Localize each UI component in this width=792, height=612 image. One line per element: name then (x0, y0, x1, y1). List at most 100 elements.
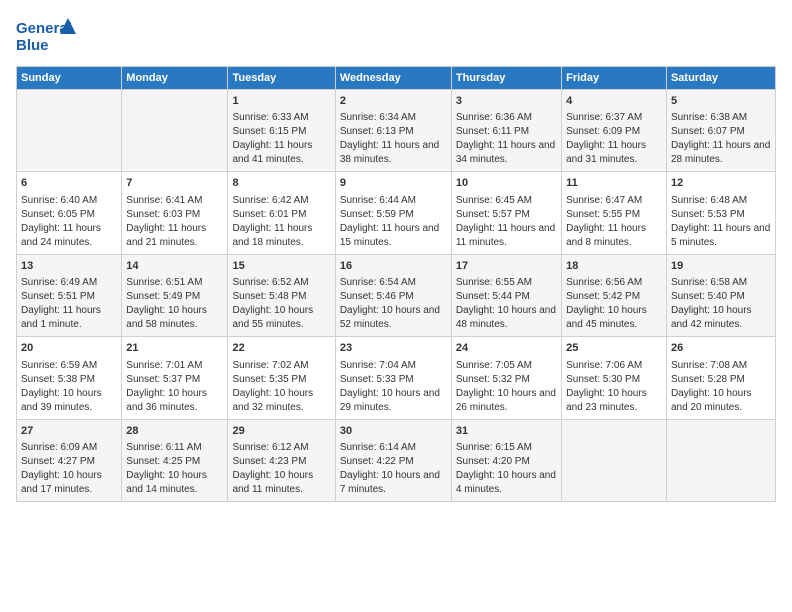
day-number: 16 (340, 259, 447, 274)
calendar-cell: 9Sunrise: 6:44 AM Sunset: 5:59 PM Daylig… (335, 172, 451, 254)
calendar-cell: 29 Sunrise: 6:12 AM Sunset: 4:23 PM Dayli… (228, 419, 335, 501)
day-number: 4 (566, 94, 662, 109)
calendar-cell: 15 Sunrise: 6:52 AM Sunset: 5:48 PM Dayli… (228, 254, 335, 336)
column-header-saturday: Saturday (666, 67, 775, 90)
day-number: 20 (21, 341, 117, 356)
column-header-thursday: Thursday (451, 67, 561, 90)
day-info: Sunrise: 6:14 AM Sunset: 4:22 PM Dayligh… (340, 441, 447, 497)
page-header: General Blue (16, 16, 776, 58)
day-info: Sunrise: 6:58 AM Sunset: 5:40 PM Dayligh… (671, 276, 771, 332)
day-info: Sunrise: 7:04 AM Sunset: 5:33 PM Dayligh… (340, 359, 447, 415)
calendar-cell: 21 Sunrise: 7:01 AM Sunset: 5:37 PM Dayli… (122, 337, 228, 419)
calendar-week-row: 6Sunrise: 6:40 AM Sunset: 6:05 PM Daylig… (17, 172, 776, 254)
day-info: Sunrise: 6:34 AM Sunset: 6:13 PM Dayligh… (340, 111, 447, 167)
day-info: Sunrise: 6:40 AM Sunset: 6:05 PM Dayligh… (21, 194, 117, 250)
day-info: Sunrise: 6:51 AM Sunset: 5:49 PM Dayligh… (126, 276, 223, 332)
day-number: 9 (340, 176, 447, 191)
column-header-tuesday: Tuesday (228, 67, 335, 90)
day-number: 13 (21, 259, 117, 274)
day-number: 23 (340, 341, 447, 356)
calendar-cell: 28 Sunrise: 6:11 AM Sunset: 4:25 PM Dayli… (122, 419, 228, 501)
day-number: 8 (232, 176, 330, 191)
calendar-cell: 26 Sunrise: 7:08 AM Sunset: 5:28 PM Dayli… (666, 337, 775, 419)
calendar-cell: 6Sunrise: 6:40 AM Sunset: 6:05 PM Daylig… (17, 172, 122, 254)
day-info: Sunrise: 6:56 AM Sunset: 5:42 PM Dayligh… (566, 276, 662, 332)
calendar-cell: 16Sunrise: 6:54 AM Sunset: 5:46 PM Dayli… (335, 254, 451, 336)
calendar-cell: 1 Sunrise: 6:33 AM Sunset: 6:15 PM Daylig… (228, 90, 335, 172)
day-number: 3 (456, 94, 557, 109)
calendar-cell (666, 419, 775, 501)
day-number: 17 (456, 259, 557, 274)
calendar-cell: 19 Sunrise: 6:58 AM Sunset: 5:40 PM Dayli… (666, 254, 775, 336)
day-info: Sunrise: 6:42 AM Sunset: 6:01 PM Dayligh… (232, 194, 330, 250)
day-number: 19 (671, 259, 771, 274)
day-info: Sunrise: 7:06 AM Sunset: 5:30 PM Dayligh… (566, 359, 662, 415)
day-info: Sunrise: 7:05 AM Sunset: 5:32 PM Dayligh… (456, 359, 557, 415)
day-number: 21 (126, 341, 223, 356)
day-info: Sunrise: 6:12 AM Sunset: 4:23 PM Dayligh… (232, 441, 330, 497)
calendar-cell: 23 Sunrise: 7:04 AM Sunset: 5:33 PM Dayli… (335, 337, 451, 419)
calendar-cell: 17Sunrise: 6:55 AM Sunset: 5:44 PM Dayli… (451, 254, 561, 336)
calendar-cell: 10Sunrise: 6:45 AM Sunset: 5:57 PM Dayli… (451, 172, 561, 254)
calendar-cell: 14 Sunrise: 6:51 AM Sunset: 5:49 PM Dayli… (122, 254, 228, 336)
day-info: Sunrise: 6:52 AM Sunset: 5:48 PM Dayligh… (232, 276, 330, 332)
calendar-week-row: 1 Sunrise: 6:33 AM Sunset: 6:15 PM Daylig… (17, 90, 776, 172)
svg-text:Blue: Blue (16, 37, 49, 54)
calendar-cell: 8 Sunrise: 6:42 AM Sunset: 6:01 PM Daylig… (228, 172, 335, 254)
day-number: 24 (456, 341, 557, 356)
calendar-week-row: 13 Sunrise: 6:49 AM Sunset: 5:51 PM Dayli… (17, 254, 776, 336)
calendar-week-row: 20Sunrise: 6:59 AM Sunset: 5:38 PM Dayli… (17, 337, 776, 419)
day-info: Sunrise: 7:08 AM Sunset: 5:28 PM Dayligh… (671, 359, 771, 415)
column-header-wednesday: Wednesday (335, 67, 451, 90)
calendar-cell: 7 Sunrise: 6:41 AM Sunset: 6:03 PM Daylig… (122, 172, 228, 254)
day-number: 1 (232, 94, 330, 109)
day-info: Sunrise: 6:38 AM Sunset: 6:07 PM Dayligh… (671, 111, 771, 167)
calendar-cell: 4 Sunrise: 6:37 AM Sunset: 6:09 PM Daylig… (562, 90, 667, 172)
day-number: 14 (126, 259, 223, 274)
calendar-cell (562, 419, 667, 501)
day-number: 12 (671, 176, 771, 191)
day-number: 26 (671, 341, 771, 356)
day-info: Sunrise: 7:01 AM Sunset: 5:37 PM Dayligh… (126, 359, 223, 415)
day-number: 22 (232, 341, 330, 356)
calendar-cell (122, 90, 228, 172)
calendar-cell: 31Sunrise: 6:15 AM Sunset: 4:20 PM Dayli… (451, 419, 561, 501)
day-number: 2 (340, 94, 447, 109)
calendar-week-row: 27Sunrise: 6:09 AM Sunset: 4:27 PM Dayli… (17, 419, 776, 501)
logo-full: General Blue (16, 16, 76, 58)
day-info: Sunrise: 7:02 AM Sunset: 5:35 PM Dayligh… (232, 359, 330, 415)
day-info: Sunrise: 6:49 AM Sunset: 5:51 PM Dayligh… (21, 276, 117, 332)
calendar-cell: 5 Sunrise: 6:38 AM Sunset: 6:07 PM Daylig… (666, 90, 775, 172)
day-number: 31 (456, 424, 557, 439)
calendar-cell: 3 Sunrise: 6:36 AM Sunset: 6:11 PM Daylig… (451, 90, 561, 172)
day-number: 18 (566, 259, 662, 274)
day-info: Sunrise: 6:37 AM Sunset: 6:09 PM Dayligh… (566, 111, 662, 167)
day-info: Sunrise: 6:48 AM Sunset: 5:53 PM Dayligh… (671, 194, 771, 250)
calendar-cell: 25 Sunrise: 7:06 AM Sunset: 5:30 PM Dayli… (562, 337, 667, 419)
day-info: Sunrise: 6:09 AM Sunset: 4:27 PM Dayligh… (21, 441, 117, 497)
calendar-cell: 13 Sunrise: 6:49 AM Sunset: 5:51 PM Dayli… (17, 254, 122, 336)
calendar-cell: 22 Sunrise: 7:02 AM Sunset: 5:35 PM Dayli… (228, 337, 335, 419)
calendar-cell: 12 Sunrise: 6:48 AM Sunset: 5:53 PM Dayli… (666, 172, 775, 254)
calendar-table: SundayMondayTuesdayWednesdayThursdayFrid… (16, 66, 776, 502)
day-number: 7 (126, 176, 223, 191)
day-info: Sunrise: 6:36 AM Sunset: 6:11 PM Dayligh… (456, 111, 557, 167)
header-row: SundayMondayTuesdayWednesdayThursdayFrid… (17, 67, 776, 90)
calendar-cell: 27Sunrise: 6:09 AM Sunset: 4:27 PM Dayli… (17, 419, 122, 501)
day-info: Sunrise: 6:41 AM Sunset: 6:03 PM Dayligh… (126, 194, 223, 250)
calendar-cell: 30Sunrise: 6:14 AM Sunset: 4:22 PM Dayli… (335, 419, 451, 501)
day-info: Sunrise: 6:33 AM Sunset: 6:15 PM Dayligh… (232, 111, 330, 167)
day-number: 15 (232, 259, 330, 274)
calendar-cell: 2 Sunrise: 6:34 AM Sunset: 6:13 PM Daylig… (335, 90, 451, 172)
column-header-friday: Friday (562, 67, 667, 90)
calendar-cell: 24 Sunrise: 7:05 AM Sunset: 5:32 PM Dayli… (451, 337, 561, 419)
column-header-monday: Monday (122, 67, 228, 90)
calendar-cell: 18 Sunrise: 6:56 AM Sunset: 5:42 PM Dayli… (562, 254, 667, 336)
calendar-cell: 11Sunrise: 6:47 AM Sunset: 5:55 PM Dayli… (562, 172, 667, 254)
day-number: 28 (126, 424, 223, 439)
day-number: 11 (566, 176, 662, 191)
day-info: Sunrise: 6:11 AM Sunset: 4:25 PM Dayligh… (126, 441, 223, 497)
day-number: 29 (232, 424, 330, 439)
day-number: 25 (566, 341, 662, 356)
day-number: 5 (671, 94, 771, 109)
